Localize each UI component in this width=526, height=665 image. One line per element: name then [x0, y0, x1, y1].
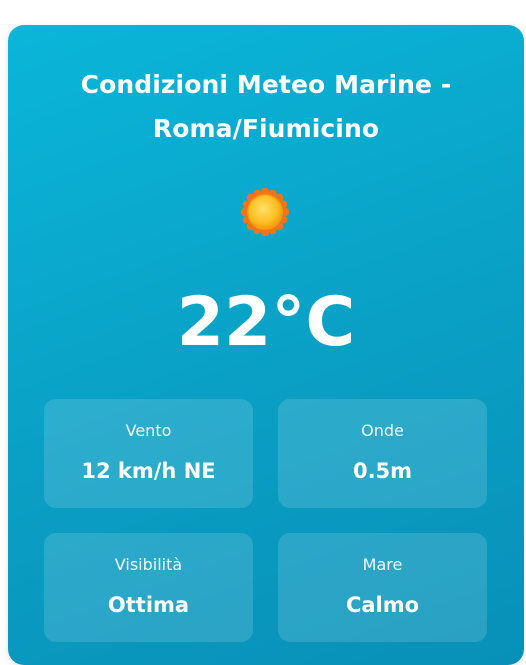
metric-tile-visibility: Visibilità Ottima [44, 533, 253, 642]
sun-icon [240, 187, 290, 237]
metric-tile-waves: Onde 0.5m [278, 399, 487, 508]
metric-tile-sea: Mare Calmo [278, 533, 487, 642]
title-line-location-prefix: Condizioni Meteo Marine - [80, 70, 452, 99]
temperature: 22°C [176, 283, 356, 362]
metric-label: Visibilità [114, 555, 183, 574]
title-line-location: Roma/Fiumicino [152, 114, 380, 143]
metric-value: Calmo [345, 593, 420, 617]
metric-tile-wind: Vento 12 km/h NE [44, 399, 253, 508]
metric-label: Vento [125, 421, 172, 440]
metric-value: 12 km/h NE [81, 459, 216, 483]
card-title: Condizioni Meteo Marine - Roma/Fiumicino [8, 63, 524, 151]
weather-card: Condizioni Meteo Marine - Roma/Fiumicino [8, 25, 524, 665]
metric-value: 0.5m [352, 459, 413, 483]
metric-value: Ottima [107, 593, 190, 617]
metric-label: Mare [362, 555, 403, 574]
metric-label: Onde [361, 421, 404, 440]
